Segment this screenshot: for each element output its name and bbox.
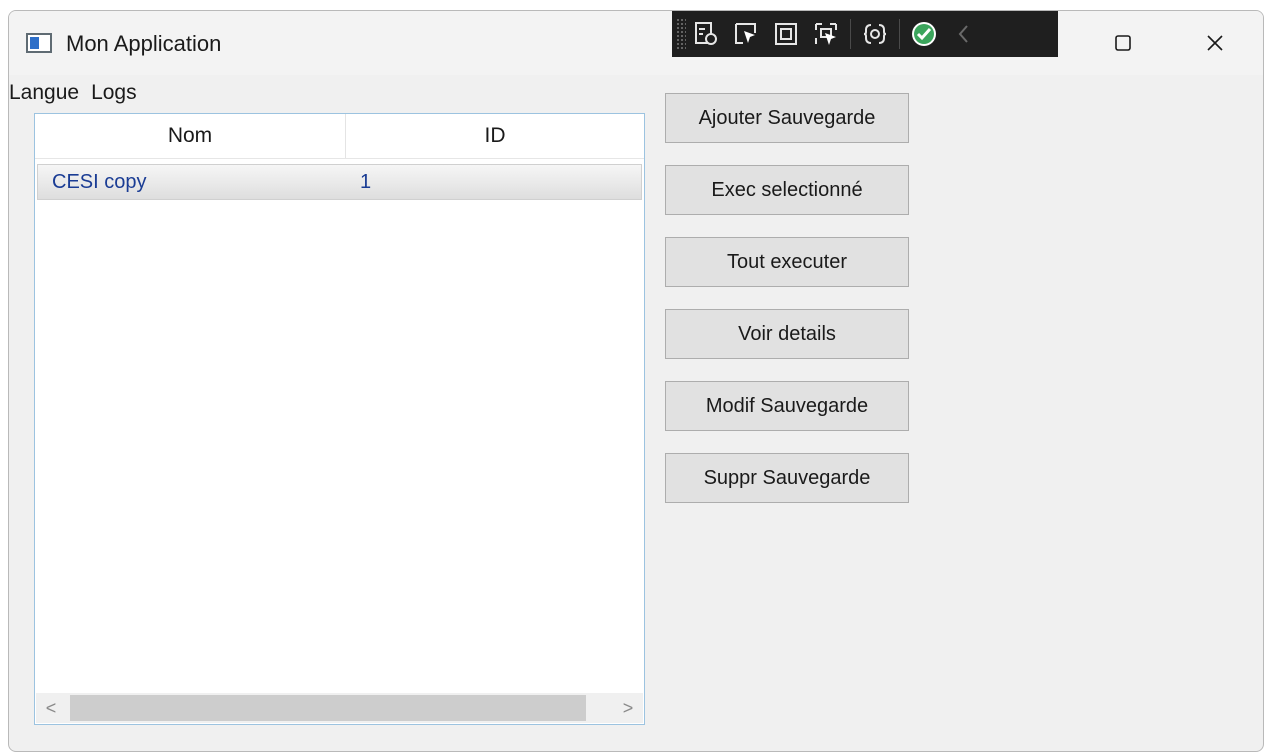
select-element-button[interactable]	[726, 14, 766, 54]
select-element-icon	[735, 23, 756, 44]
hot-reload-icon	[863, 24, 887, 44]
exec-all-button[interactable]: Tout executer	[665, 237, 909, 287]
add-save-button[interactable]: Ajouter Sauvegarde	[665, 93, 909, 143]
window-title: Mon Application	[66, 31, 222, 56]
row-cell-id: 1	[360, 170, 372, 193]
collapse-chevron-icon	[958, 25, 968, 43]
close-icon	[1207, 35, 1223, 51]
title-bar[interactable]: Mon Application	[9, 11, 1263, 75]
toolbar-separator	[899, 19, 900, 49]
horizontal-scrollbar[interactable]: < >	[36, 693, 643, 723]
menu-bar: Langue Logs	[9, 79, 149, 109]
scroll-left-icon[interactable]: <	[36, 693, 66, 723]
track-focus-icon	[815, 23, 837, 45]
maximize-icon	[1115, 35, 1131, 51]
live-visual-tree-button[interactable]	[686, 14, 726, 54]
list-row[interactable]: CESI copy 1	[37, 164, 642, 200]
xaml-debug-toolbar	[672, 11, 1058, 57]
display-layout-adorners-icon	[775, 23, 797, 45]
column-header-id[interactable]: ID	[346, 114, 644, 158]
scrollbar-thumb[interactable]	[70, 695, 586, 721]
menu-logs[interactable]: Logs	[91, 79, 149, 109]
live-visual-tree-icon	[695, 22, 717, 45]
modify-save-button[interactable]: Modif Sauvegarde	[665, 381, 909, 431]
toolbar-grip-icon[interactable]	[676, 18, 686, 50]
view-details-button[interactable]: Voir details	[665, 309, 909, 359]
track-focus-button[interactable]	[806, 14, 846, 54]
scroll-right-icon[interactable]: >	[613, 693, 643, 723]
column-header-nom[interactable]: Nom	[35, 114, 346, 158]
delete-save-button[interactable]: Suppr Sauvegarde	[665, 453, 909, 503]
exec-selected-button[interactable]: Exec selectionné	[665, 165, 909, 215]
saves-list-view[interactable]: Nom ID CESI copy 1 < >	[34, 113, 645, 725]
maximize-button[interactable]	[1100, 25, 1146, 61]
list-header: Nom ID	[35, 114, 644, 159]
app-icon	[26, 33, 52, 53]
toolbar-separator	[850, 19, 851, 49]
binding-check-icon	[912, 22, 936, 46]
row-cell-nom: CESI copy	[52, 170, 147, 193]
menu-langue[interactable]: Langue	[9, 79, 91, 109]
binding-check-button[interactable]	[904, 14, 944, 54]
app-window: Mon Application Langue Logs Nom ID CESI …	[8, 10, 1264, 752]
close-button[interactable]	[1192, 25, 1238, 61]
hot-reload-button[interactable]	[855, 14, 895, 54]
collapse-toolbar-button[interactable]	[944, 14, 984, 54]
display-layout-adorners-button[interactable]	[766, 14, 806, 54]
